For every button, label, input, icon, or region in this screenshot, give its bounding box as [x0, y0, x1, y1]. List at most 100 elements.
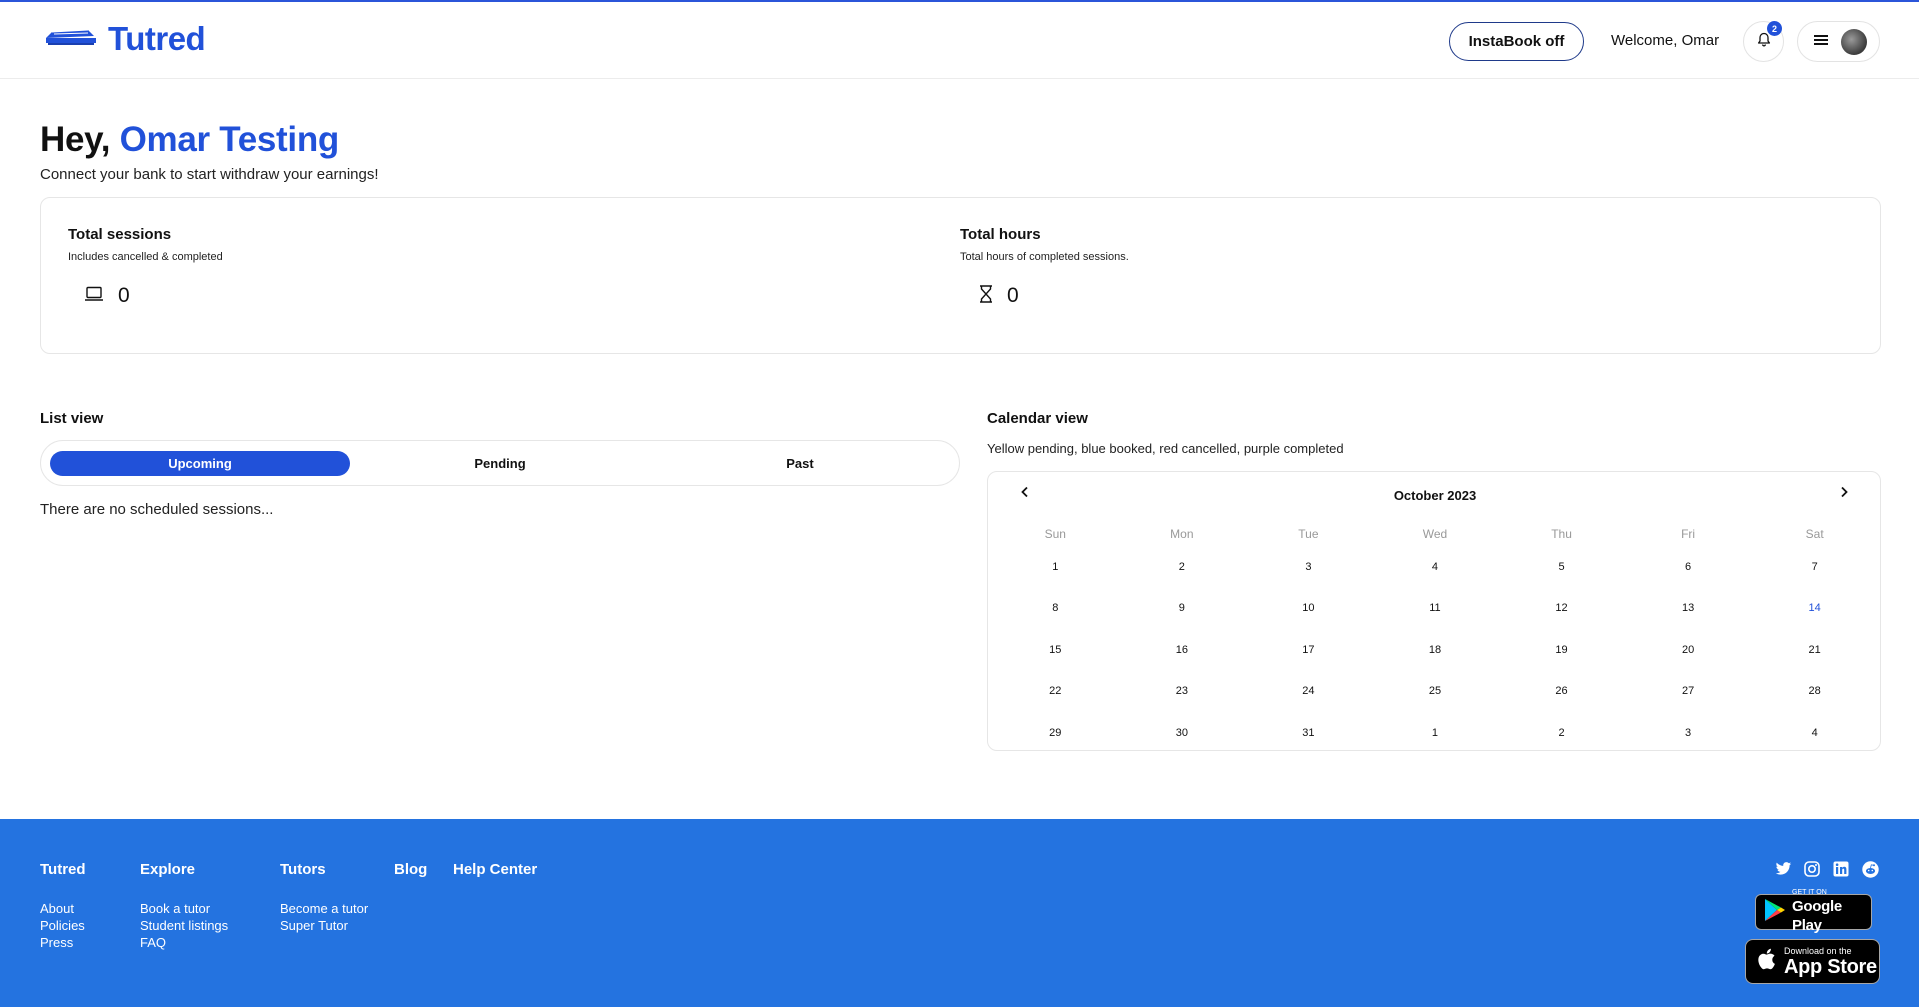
calendar-day[interactable]: 23	[1119, 685, 1246, 697]
calendar-week-row: 1 2 3 4 5 6 7	[992, 546, 1878, 588]
google-play-badge[interactable]: GET IT ON Google Play	[1755, 889, 1872, 934]
calendar-day[interactable]: 15	[992, 644, 1119, 656]
weekday-label: Fri	[1681, 527, 1696, 541]
instabook-toggle-button[interactable]: InstaBook off	[1449, 22, 1584, 61]
twitter-icon[interactable]	[1773, 859, 1793, 879]
weekday-label: Wed	[1422, 527, 1448, 541]
footer-link-super-tutor[interactable]: Super Tutor	[280, 917, 368, 934]
brand-logo[interactable]: Tutred	[44, 20, 206, 58]
app-store-small-text: Download on the	[1784, 945, 1852, 956]
calendar-day[interactable]: 19	[1498, 644, 1625, 656]
calendar-day[interactable]: 9	[1119, 602, 1246, 614]
calendar-day[interactable]: 16	[1119, 644, 1246, 656]
google-play-big-text: Google Play	[1792, 898, 1842, 934]
calendar-day[interactable]: 12	[1498, 602, 1625, 614]
brand-name: Tutred	[108, 20, 206, 57]
calendar-week-row: 8 9 10 11 12 13 14	[992, 588, 1878, 630]
next-month-button[interactable]	[1834, 484, 1854, 504]
calendar-day[interactable]: 21	[1751, 644, 1878, 656]
footer-link-student-listings[interactable]: Student listings	[140, 917, 228, 934]
footer-link-become-tutor[interactable]: Become a tutor	[280, 900, 368, 917]
app-store-big-text: App Store	[1784, 955, 1877, 978]
tab-pending[interactable]: Pending	[350, 451, 650, 476]
bank-connect-message: Connect your bank to start withdraw your…	[40, 166, 379, 183]
calendar-day[interactable]: 2	[1498, 727, 1625, 739]
calendar-month-label: October 2023	[1393, 488, 1477, 503]
calendar-day[interactable]: 17	[1245, 644, 1372, 656]
calendar-day[interactable]: 4	[1372, 561, 1499, 573]
user-menu-button[interactable]	[1797, 21, 1880, 62]
total-sessions-stat: Total sessions Includes cancelled & comp…	[68, 226, 223, 263]
total-hours-value-row: 0	[979, 284, 1019, 308]
laptop-icon	[84, 286, 104, 307]
total-hours-stat: Total hours Total hours of completed ses…	[960, 226, 1129, 263]
weekday-label: Mon	[1170, 527, 1194, 541]
weekday-label: Tue	[1298, 527, 1319, 541]
calendar-day[interactable]: 26	[1498, 685, 1625, 697]
calendar-day[interactable]: 10	[1245, 602, 1372, 614]
tab-past[interactable]: Past	[650, 451, 950, 476]
google-play-small-text: GET IT ON	[1792, 889, 1827, 896]
linkedin-icon[interactable]	[1831, 859, 1851, 879]
logo-icon	[44, 26, 98, 53]
stats-card: Total sessions Includes cancelled & comp…	[40, 197, 1881, 354]
calendar-day-today[interactable]: 14	[1751, 602, 1878, 614]
apple-icon	[1756, 947, 1776, 976]
total-sessions-title: Total sessions	[68, 226, 172, 243]
calendar-day[interactable]: 3	[1625, 727, 1752, 739]
welcome-text: Welcome, Omar	[1611, 32, 1720, 49]
calendar: October 2023 Sun Mon Tue Wed Thu Fri Sat…	[987, 471, 1881, 751]
calendar-week-row: 22 23 24 25 26 27 28	[992, 671, 1878, 713]
calendar-day[interactable]: 1	[1372, 727, 1499, 739]
site-footer: Tutred About Policies Press Explore Book…	[0, 819, 1919, 1007]
total-sessions-value-row: 0	[84, 284, 130, 308]
calendar-day[interactable]: 31	[1245, 727, 1372, 739]
footer-link-blog[interactable]: Blog	[394, 861, 427, 878]
footer-heading: Help Center	[453, 861, 538, 878]
footer-link-policies[interactable]: Policies	[40, 917, 86, 934]
total-sessions-value: 0	[118, 284, 130, 307]
total-sessions-subtitle: Includes cancelled & completed	[68, 251, 223, 263]
calendar-day[interactable]: 1	[992, 561, 1119, 573]
calendar-day[interactable]: 6	[1625, 561, 1752, 573]
calendar-day[interactable]: 5	[1498, 561, 1625, 573]
footer-column-tutred: Tutred About Policies Press	[40, 861, 86, 951]
calendar-day[interactable]: 22	[992, 685, 1119, 697]
footer-column-tutors: Tutors Become a tutor Super Tutor	[280, 861, 368, 934]
calendar-day[interactable]: 29	[992, 727, 1119, 739]
calendar-week-row: 29 30 31 1 2 3 4	[992, 712, 1878, 754]
calendar-day[interactable]: 13	[1625, 602, 1752, 614]
total-hours-value: 0	[1007, 284, 1019, 307]
hamburger-icon	[1814, 33, 1828, 51]
instagram-icon[interactable]	[1802, 859, 1822, 879]
tab-upcoming[interactable]: Upcoming	[50, 451, 350, 476]
calendar-day[interactable]: 4	[1751, 727, 1878, 739]
avatar	[1841, 28, 1867, 55]
weekday-label: Sat	[1805, 527, 1824, 541]
calendar-day[interactable]: 3	[1245, 561, 1372, 573]
calendar-day[interactable]: 8	[992, 602, 1119, 614]
app-store-badge[interactable]: Download on the App Store	[1745, 939, 1880, 984]
calendar-day[interactable]: 24	[1245, 685, 1372, 697]
reddit-icon[interactable]	[1860, 859, 1880, 879]
footer-link-press[interactable]: Press	[40, 934, 86, 951]
calendar-view-title: Calendar view	[987, 410, 1088, 427]
calendar-day[interactable]: 7	[1751, 561, 1878, 573]
footer-heading: Tutred	[40, 861, 86, 878]
calendar-day[interactable]: 27	[1625, 685, 1752, 697]
calendar-day[interactable]: 25	[1372, 685, 1499, 697]
calendar-day[interactable]: 20	[1625, 644, 1752, 656]
total-hours-subtitle: Total hours of completed sessions.	[960, 251, 1129, 263]
calendar-day[interactable]: 11	[1372, 602, 1499, 614]
calendar-day[interactable]: 30	[1119, 727, 1246, 739]
footer-link-about[interactable]: About	[40, 900, 86, 917]
calendar-grid: Sun Mon Tue Wed Thu Fri Sat 1 2 3 4 5 6 …	[992, 522, 1878, 754]
footer-column-explore: Explore Book a tutor Student listings FA…	[140, 861, 228, 951]
weekday-label: Thu	[1551, 527, 1572, 541]
calendar-day[interactable]: 18	[1372, 644, 1499, 656]
footer-link-faq[interactable]: FAQ	[140, 934, 228, 951]
calendar-day[interactable]: 28	[1751, 685, 1878, 697]
calendar-day[interactable]: 2	[1119, 561, 1246, 573]
footer-link-book-tutor[interactable]: Book a tutor	[140, 900, 228, 917]
footer-link-help-center[interactable]: Help Center	[453, 861, 537, 878]
